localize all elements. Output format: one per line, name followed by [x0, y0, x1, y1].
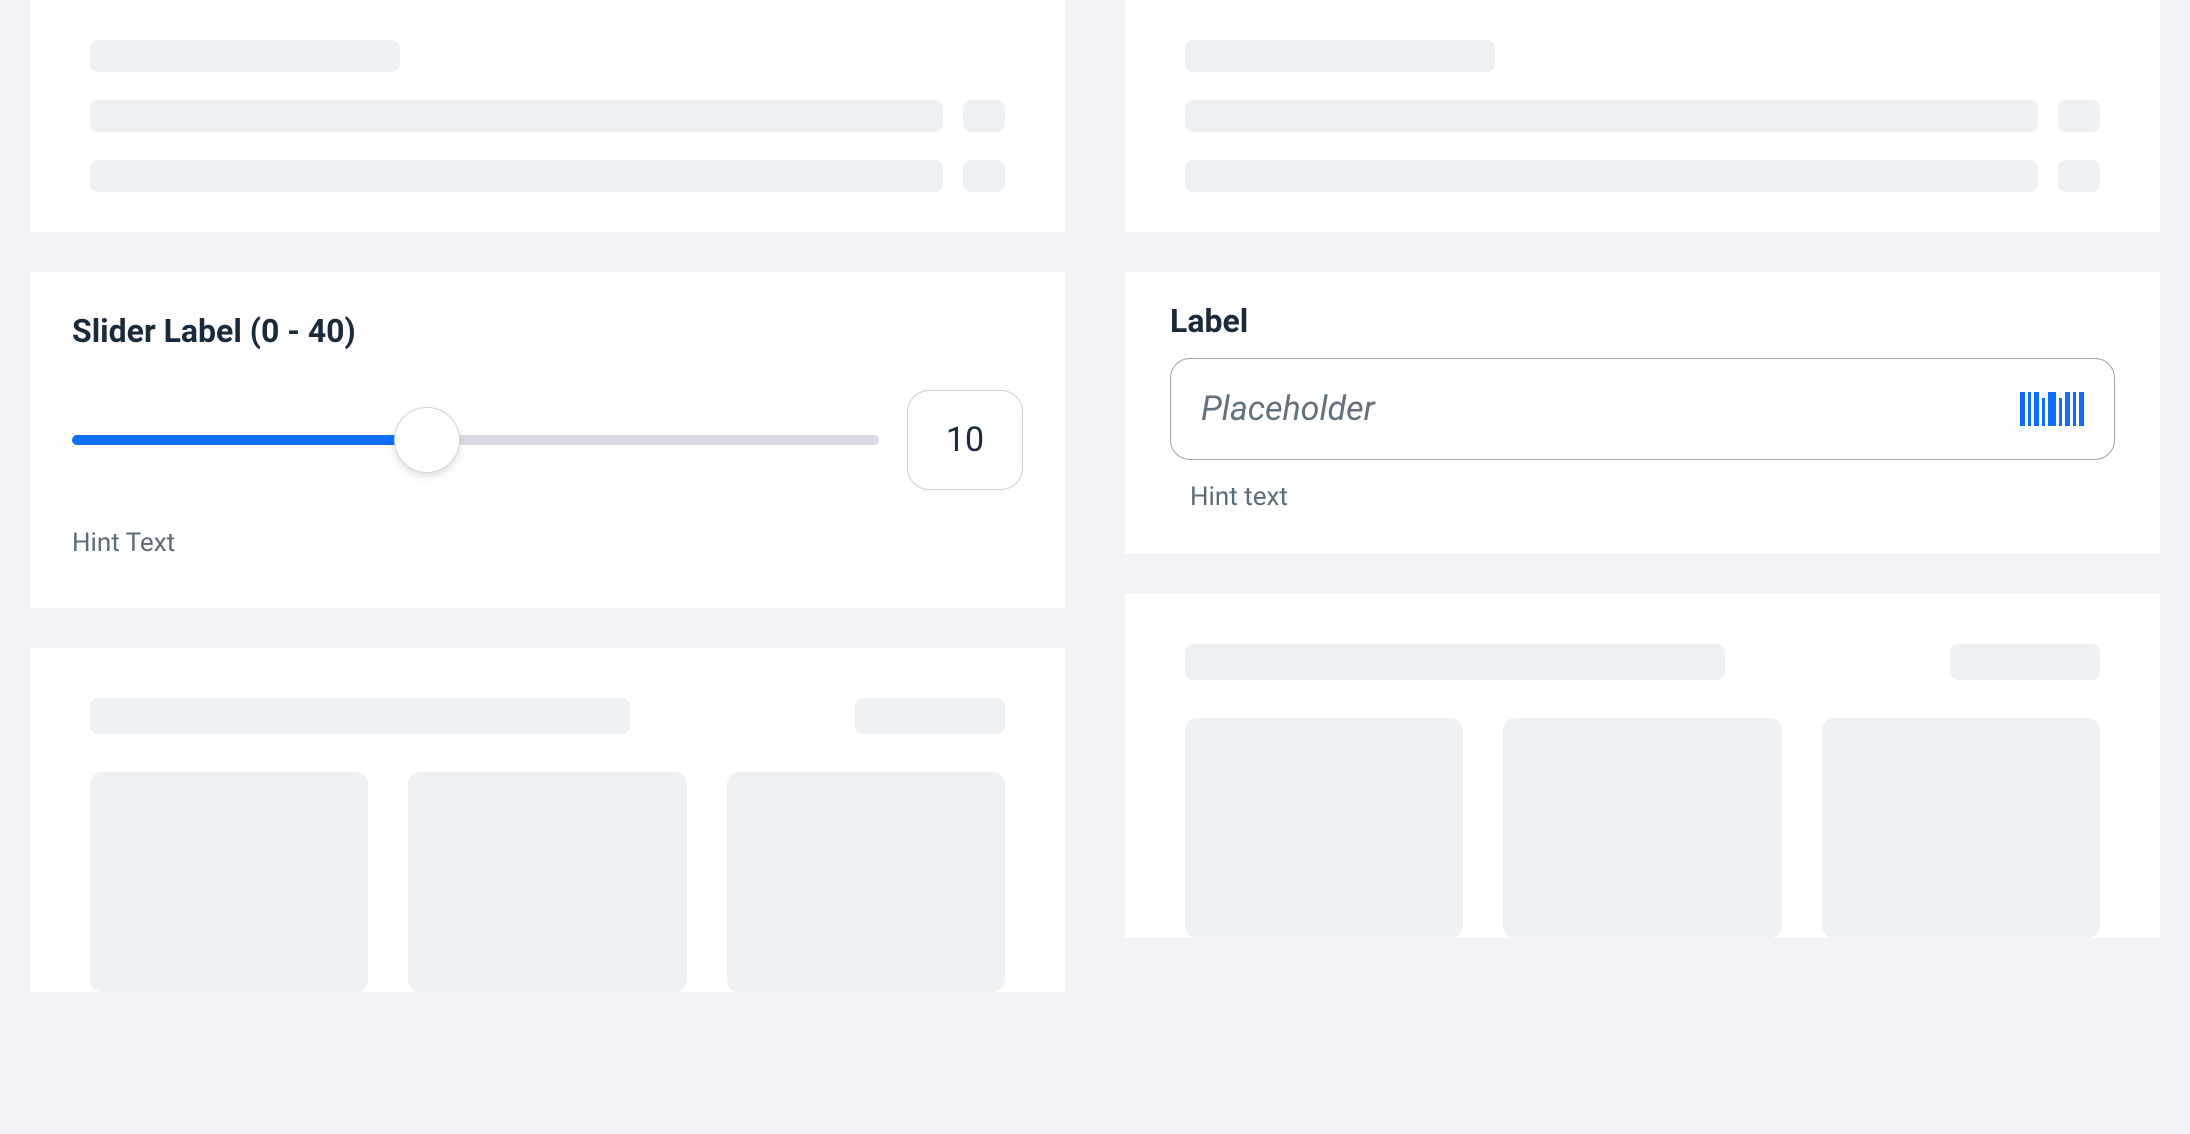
skeleton-chip — [963, 100, 1005, 132]
skeleton-chip — [2058, 100, 2100, 132]
skeleton-header-card — [30, 0, 1065, 232]
skeleton-chip — [1950, 644, 2100, 680]
skeleton-line — [90, 698, 630, 734]
slider-value: 10 — [946, 420, 984, 460]
skeleton-line — [1185, 160, 2038, 192]
right-panel: Label Placeholder Hint text — [1125, 0, 2160, 1134]
slider-hint: Hint Text — [72, 528, 1023, 558]
skeleton-thumbnail — [1185, 718, 1463, 938]
skeleton-line — [90, 100, 943, 132]
slider-card: Slider Label (0 - 40) 10 Hint Text — [30, 272, 1065, 608]
skeleton-thumbnail — [408, 772, 686, 992]
skeleton-thumbnail — [1822, 718, 2100, 938]
skeleton-gallery-card — [1125, 594, 2160, 938]
left-panel: Slider Label (0 - 40) 10 Hint Text — [30, 0, 1065, 1134]
skeleton-thumbnail — [90, 772, 368, 992]
slider-fill — [72, 435, 427, 445]
skeleton-chip — [2058, 160, 2100, 192]
skeleton-gallery-card — [30, 648, 1065, 992]
skeleton-line — [90, 160, 943, 192]
input-card: Label Placeholder Hint text — [1125, 272, 2160, 554]
slider-label: Slider Label (0 - 40) — [72, 312, 1023, 350]
input-label: Label — [1170, 302, 2115, 340]
skeleton-line — [1185, 100, 2038, 132]
slider[interactable] — [72, 410, 879, 470]
skeleton-thumbnail — [727, 772, 1005, 992]
skeleton-header-card — [1125, 0, 2160, 232]
skeleton-chip — [855, 698, 1005, 734]
text-input[interactable]: Placeholder — [1170, 358, 2115, 460]
slider-value-box[interactable]: 10 — [907, 390, 1023, 490]
barcode-icon[interactable] — [2020, 392, 2084, 426]
skeleton-title — [1185, 40, 1495, 72]
input-placeholder: Placeholder — [1201, 389, 2000, 429]
skeleton-line — [1185, 644, 1725, 680]
input-hint: Hint text — [1190, 482, 2115, 512]
skeleton-thumbnail — [1503, 718, 1781, 938]
slider-thumb[interactable] — [394, 407, 460, 473]
skeleton-title — [90, 40, 400, 72]
slider-track[interactable] — [72, 435, 879, 445]
skeleton-chip — [963, 160, 1005, 192]
